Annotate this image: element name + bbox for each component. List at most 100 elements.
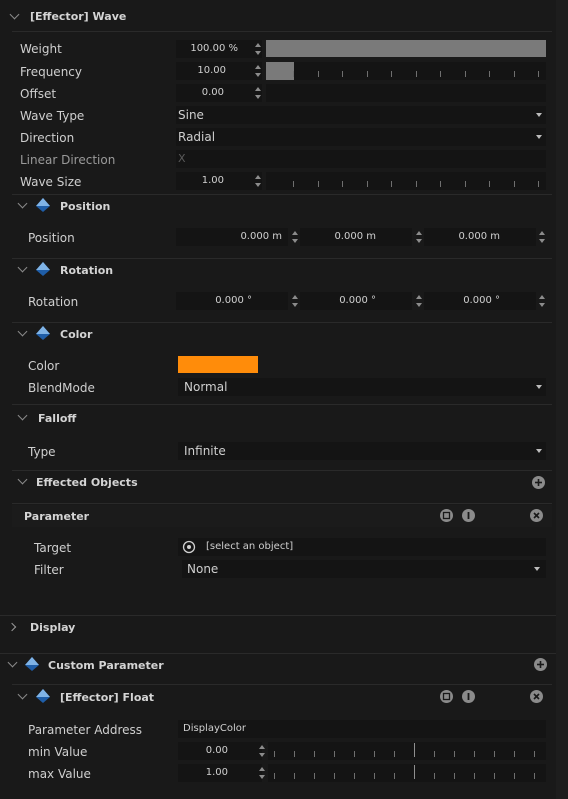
wave-size-value: 1.00 [201,175,224,186]
position-section-header[interactable]: Position [12,195,552,217]
position-z-field[interactable]: 0.000 m [424,228,536,246]
offset-field[interactable]: 0.00 [176,84,262,102]
rotation-z-spinner[interactable] [538,292,546,310]
max-value-field[interactable]: 1.00 [178,764,262,782]
slider-tick [489,181,490,187]
frequency-slider[interactable] [266,62,546,80]
falloff-type-label: Type [28,445,56,459]
weight-value: 100.00 % [190,43,238,54]
add-icon[interactable] [534,658,547,671]
rotation-y-field[interactable]: 0.000 ° [300,292,412,310]
parameter-address-field[interactable]: DisplayColor [178,720,546,738]
slider-tick [513,181,515,187]
collapse-chevron-icon[interactable] [17,410,28,421]
blendmode-dropdown[interactable]: Normal [178,378,546,396]
frequency-label: Frequency [20,65,82,79]
min-value-spinner[interactable] [258,742,266,760]
position-z-value: 0.000 m [458,231,500,242]
target-picker-icon[interactable] [182,540,196,554]
falloff-section-header[interactable]: Falloff [12,408,552,430]
falloff-type-dropdown[interactable]: Infinite [178,442,546,460]
slider-tick [489,71,490,77]
dropdown-arrow-icon [536,449,542,453]
slider-tick [317,71,319,77]
wave-type-dropdown[interactable]: Sine [176,106,546,124]
expand-chevron-icon[interactable] [7,622,17,632]
display-section-header[interactable]: Display [0,617,556,639]
frequency-spinner[interactable] [254,62,262,80]
wave-type-label: Wave Type [20,109,85,123]
wave-size-slider[interactable] [266,172,546,190]
slider-tick [513,71,515,77]
slider-tick [415,71,417,77]
max-value-label: max Value [28,767,91,781]
slider-tick [391,181,392,187]
direction-dropdown[interactable]: Radial [176,128,546,146]
position-x-spinner[interactable] [291,228,299,246]
info-icon[interactable] [462,509,475,522]
custom-parameter-header[interactable]: Custom Parameter [0,654,556,676]
position-z-spinner[interactable] [538,228,546,246]
slider-tick [514,773,515,779]
falloff-section-title: Falloff [38,412,77,425]
slider-tick [294,751,295,757]
offset-spinner[interactable] [254,84,262,102]
rotation-y-spinner[interactable] [415,292,423,310]
rotation-x-field[interactable]: 0.000 ° [176,292,288,310]
scrollbar[interactable] [556,0,568,799]
filter-dropdown[interactable]: None [182,560,546,578]
linear-direction-value: X [178,152,186,165]
blendmode-label: BlendMode [28,381,95,395]
collapse-chevron-icon[interactable] [17,198,28,209]
position-y-value: 0.000 m [334,231,376,242]
remove-icon[interactable] [530,509,543,522]
effector-wave-header[interactable]: [Effector] Wave [0,6,556,28]
rotation-x-spinner[interactable] [291,292,299,310]
position-label: Position [28,231,75,245]
max-value-slider[interactable] [268,764,546,782]
collapse-chevron-icon[interactable] [9,9,20,20]
min-value-field[interactable]: 0.00 [178,742,262,760]
copy-icon[interactable] [440,690,453,703]
min-value-slider[interactable] [268,742,546,760]
weight-slider[interactable] [266,40,546,57]
effected-objects-header[interactable]: Effected Objects [12,472,552,494]
position-x-value: 0.000 m [240,231,282,242]
rotation-z-field[interactable]: 0.000 ° [424,292,536,310]
max-value-spinner[interactable] [258,764,266,782]
effector-gem-icon [36,198,50,212]
frequency-field[interactable]: 10.00 [176,62,262,80]
custom-parameter-title: Custom Parameter [48,659,164,672]
position-y-spinner[interactable] [415,228,423,246]
rotation-z-value: 0.000 ° [463,295,500,306]
collapse-chevron-icon[interactable] [17,262,28,273]
color-swatch[interactable] [178,356,258,373]
color-section-header[interactable]: Color [12,323,552,345]
color-section-title: Color [60,328,93,341]
effector-gem-icon [25,657,39,671]
slider-tick [294,773,295,779]
wave-size-field[interactable]: 1.00 [176,172,262,190]
collapse-chevron-icon[interactable] [17,326,28,337]
slider-tick [293,71,294,77]
slider-tick [534,751,535,757]
collapse-chevron-icon[interactable] [7,657,18,668]
copy-icon[interactable] [440,509,453,522]
collapse-chevron-icon[interactable] [17,689,28,700]
weight-spinner[interactable] [254,40,262,58]
rotation-section-header[interactable]: Rotation [12,259,552,281]
wave-size-spinner[interactable] [254,172,262,190]
info-icon[interactable] [462,690,475,703]
position-x-field[interactable]: 0.000 m [176,228,288,246]
add-icon[interactable] [532,476,545,489]
min-value: 0.00 [205,745,228,756]
weight-field[interactable]: 100.00 % [176,40,262,58]
position-y-field[interactable]: 0.000 m [300,228,412,246]
collapse-chevron-icon[interactable] [17,474,28,485]
slider-tick [440,181,441,187]
target-field[interactable]: [select an object] [178,538,546,556]
slider-tick [494,751,495,757]
slider-tick [414,743,415,757]
remove-icon[interactable] [530,690,543,703]
offset-slider[interactable] [266,84,546,102]
